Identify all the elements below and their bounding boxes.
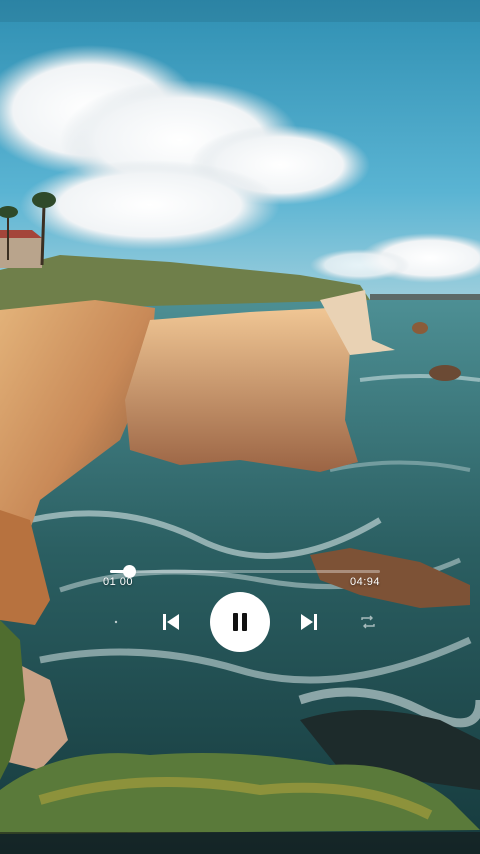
skip-previous-icon: [163, 614, 179, 630]
seek-bar[interactable]: [110, 565, 380, 578]
next-button[interactable]: [296, 609, 322, 635]
play-pause-button[interactable]: [210, 592, 270, 652]
repeat-button[interactable]: [358, 612, 378, 632]
skip-next-icon: [301, 614, 317, 630]
elapsed-time: 01 00: [103, 576, 134, 588]
background-video-frame: [0, 0, 480, 854]
pause-icon: [233, 613, 247, 631]
shuffle-button[interactable]: [108, 614, 124, 630]
total-time: 04:94: [350, 576, 381, 588]
previous-button[interactable]: [158, 609, 184, 635]
media-controls: 01 00 04:94: [0, 560, 480, 670]
shuffle-icon: [114, 620, 118, 624]
status-bar-area: [0, 0, 480, 22]
bottom-bar-area: [0, 832, 480, 854]
repeat-icon: [361, 615, 375, 629]
